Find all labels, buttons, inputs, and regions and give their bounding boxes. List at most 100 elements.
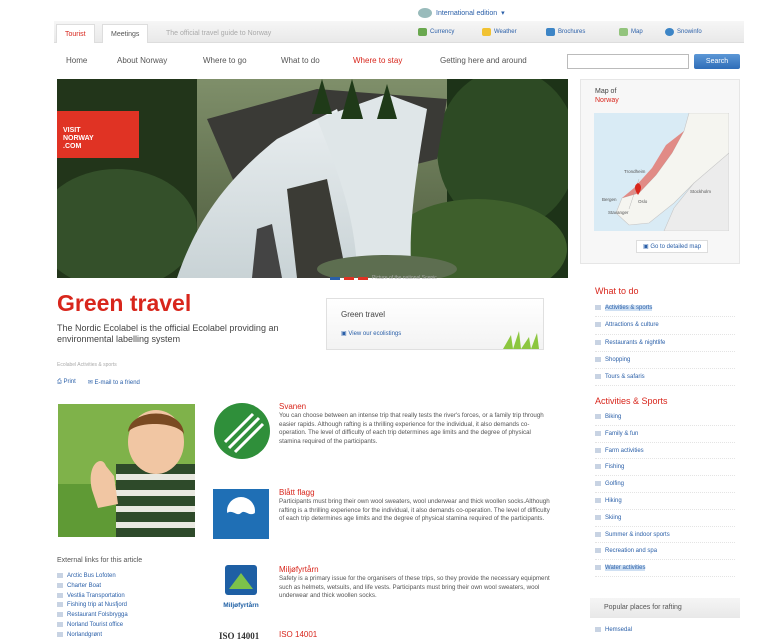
sidebar-item[interactable]: Fishing: [595, 459, 735, 477]
sidebar-item[interactable]: Golfing: [595, 476, 735, 493]
sidebar-item[interactable]: Biking: [595, 409, 735, 426]
slide-indicator[interactable]: [358, 276, 368, 280]
sidebar-item-label: Golfing: [605, 481, 625, 488]
print-link[interactable]: ⎙ Print: [57, 379, 76, 386]
external-links-list: Arctic Bus Lofoten Charter Boat Vestlia …: [57, 572, 128, 641]
brochures-link[interactable]: Brochures: [546, 25, 585, 39]
sidebar-item[interactable]: Attractions & culture: [595, 317, 735, 335]
sidebar-item[interactable]: Family & fun: [595, 426, 735, 443]
print-label: Print: [63, 379, 76, 385]
sidebar-item[interactable]: Recreation and spa: [595, 543, 735, 561]
site-tagline: The official travel guide to Norway: [166, 30, 272, 37]
sidebar-item-label: Water activities: [605, 565, 646, 572]
hero-image: [57, 79, 568, 278]
sidebar-item[interactable]: Summer & indoor sports: [595, 527, 735, 544]
norway-map[interactable]: Trondheim Bergen Oslo Stavanger Stockhol…: [594, 113, 729, 231]
label-text-blatt-flagg: Participants must bring their own wool s…: [279, 498, 550, 523]
what-to-do-heading: What to do: [595, 286, 639, 296]
logo-line-2: NORWAY: [63, 135, 94, 142]
city-trondheim: Trondheim: [624, 169, 646, 174]
envelope-icon: ✉: [87, 380, 95, 386]
ecolistings-link[interactable]: ▣ View our ecolistings: [341, 330, 401, 337]
snow-icon: [665, 28, 674, 36]
external-link[interactable]: Fishing trip at Nusfjord: [57, 601, 128, 611]
sidebar-item[interactable]: Shopping: [595, 352, 735, 370]
what-to-do-list: Activities & sports Attractions & cultur…: [595, 300, 735, 387]
map-link[interactable]: Map: [619, 25, 643, 39]
detailed-map-link[interactable]: ▣ Go to detailed map: [636, 240, 709, 253]
external-link[interactable]: Vestlia Transportation: [57, 592, 128, 602]
weather-label: Weather: [494, 29, 517, 35]
sidebar-item[interactable]: Restaurants & nightlife: [595, 335, 735, 352]
nav-getting-here[interactable]: Getting here and around: [440, 56, 527, 65]
nav-where-to-go[interactable]: Where to go: [203, 56, 247, 65]
sidebar-item[interactable]: Farm activities: [595, 443, 735, 460]
page: International edition ▾ Tourist Meetings…: [0, 0, 776, 644]
external-link[interactable]: Arctic Bus Lofoten: [57, 572, 128, 582]
external-links-heading: External links for this article: [57, 557, 143, 564]
sidebar-item[interactable]: Tours & safaris: [595, 369, 735, 387]
weather-icon: [482, 28, 491, 36]
edition-selector[interactable]: International edition ▾: [418, 8, 505, 18]
map-icon: [619, 28, 628, 36]
label-text-miljofyrtarn: Safety is a primary issue for the organi…: [279, 575, 550, 600]
popular-place-label: Hemsedal: [605, 627, 633, 633]
hero-caption: Picture of the national Scenic: [330, 275, 437, 281]
sidebar-item[interactable]: Activities & sports: [595, 300, 735, 318]
tab-meetings[interactable]: Meetings: [102, 24, 149, 43]
logo-line-1: VISIT: [63, 127, 81, 134]
snowinfo-label: Snowinfo: [677, 29, 702, 35]
email-link[interactable]: ✉ E-mail to a friend: [88, 379, 140, 386]
breadcrumb: Ecolabel Activities & sports: [57, 362, 117, 368]
iso-logo-icon: ISO 14001: [219, 631, 260, 641]
slide-indicator[interactable]: [330, 276, 340, 280]
sidebar-item[interactable]: Hiking: [595, 493, 735, 510]
snowinfo-link[interactable]: Snowinfo: [665, 25, 702, 39]
sidebar-item-label: Shopping: [605, 356, 631, 363]
nav-where-to-stay[interactable]: Where to stay: [353, 56, 402, 65]
visit-norway-logo[interactable]: VISIT NORWAY .COM: [57, 111, 139, 158]
svg-text:ISO 14001: ISO 14001: [219, 631, 260, 641]
nav-about-norway[interactable]: About Norway: [117, 56, 167, 65]
search-button[interactable]: Search: [694, 54, 740, 69]
label-title-svanen: Svanen: [279, 402, 307, 411]
currency-link[interactable]: Currency: [418, 25, 454, 39]
top-bar: Tourist Meetings The official travel gui…: [54, 21, 744, 43]
miljofyrtarn-logo-icon: Miljøfyrtårn: [223, 565, 259, 609]
globe-icon: [418, 8, 432, 18]
sidebar-item[interactable]: Skiing: [595, 510, 735, 527]
label-title-blatt-flagg: Blått flagg: [279, 488, 315, 497]
nav-home[interactable]: Home: [66, 56, 87, 65]
popular-place-link[interactable]: Hemsedal: [595, 622, 735, 639]
weather-link[interactable]: Weather: [482, 25, 517, 39]
email-label: E-mail to a friend: [94, 380, 140, 386]
sidebar-item-label: Activities & sports: [605, 305, 653, 311]
external-link[interactable]: Norland Tourist office: [57, 621, 128, 631]
green-travel-box: Green travel ▣ View our ecolistings: [326, 298, 544, 350]
currency-icon: [418, 28, 427, 36]
tab-tourist[interactable]: Tourist: [56, 24, 95, 43]
svg-text:Miljøfyrtårn: Miljøfyrtårn: [223, 601, 258, 609]
boy-thumbs-up-photo: [58, 404, 195, 537]
search-input[interactable]: [567, 54, 689, 69]
map-country: Norway: [595, 97, 619, 104]
sidebar-item[interactable]: Water activities: [595, 560, 735, 577]
sidebar-item-label: Skiing: [605, 514, 622, 521]
external-link[interactable]: Restaurant Folsbrygga: [57, 611, 128, 621]
edition-label: International edition: [436, 9, 498, 17]
sidebar-item-label: Biking: [605, 414, 622, 420]
sidebar-item-label: Family & fun: [605, 430, 639, 437]
nav-what-to-do[interactable]: What to do: [281, 56, 320, 65]
grass-decoration: [503, 331, 539, 349]
sidebar-item-label: Tours & safaris: [605, 374, 645, 381]
city-stockholm: Stockholm: [690, 189, 711, 194]
brochures-label: Brochures: [558, 29, 586, 35]
popular-places-list: Hemsedal: [595, 622, 735, 639]
activities-heading: Activities & Sports: [595, 396, 668, 406]
slide-indicator[interactable]: [344, 276, 354, 280]
external-link[interactable]: Norlandgrønt: [57, 631, 128, 641]
sidebar-item-label: Recreation and spa: [605, 548, 658, 555]
main-nav: Home About Norway Where to go What to do…: [54, 54, 744, 72]
external-link[interactable]: Charter Boat: [57, 582, 128, 592]
popular-places-heading: Popular places for rafting: [590, 598, 740, 618]
